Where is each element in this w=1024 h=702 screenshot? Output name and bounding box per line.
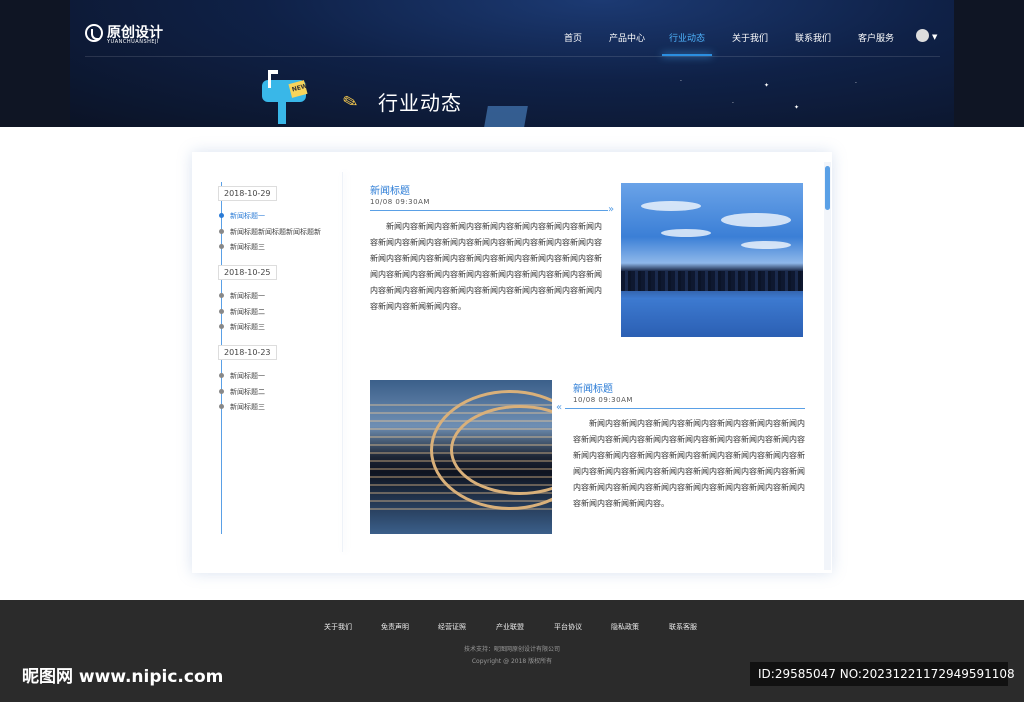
site-header: 原创设计 YUANCHUANSHEJI 首页 产品中心 行业动态 关于我们 联系… xyxy=(0,0,1024,127)
timeline-dot xyxy=(219,389,224,394)
chevron-down-icon[interactable]: ▼ xyxy=(932,33,937,41)
sidebar-news-item[interactable]: 新闻标题二 xyxy=(230,387,265,397)
news-card: 2018-10-29 新闻标题一 新闻标题新闻标题新闻标题新 新闻标题三 201… xyxy=(192,152,832,573)
timeline-sidebar: 2018-10-29 新闻标题一 新闻标题新闻标题新闻标题新 新闻标题三 201… xyxy=(192,152,342,573)
timeline-dot xyxy=(219,309,224,314)
site-logo[interactable]: 原创设计 YUANCHUANSHEJI xyxy=(85,24,163,45)
timeline-dot xyxy=(219,404,224,409)
site-footer: 关于我们 免责声明 经营证照 产业联盟 平台协议 隐私政策 联系客服 技术支持：… xyxy=(0,600,1024,702)
news-body: 新闻内容新闻内容新闻内容新闻内容新闻内容新闻内容新闻内容新闻内容新闻内容新闻内容… xyxy=(370,222,602,311)
double-chevron-right-icon: » xyxy=(608,204,615,215)
timeline-date: 2018-10-23 xyxy=(218,345,277,360)
timeline-dot xyxy=(219,373,224,378)
paper-decoration xyxy=(484,106,528,127)
timeline-dot xyxy=(219,244,224,249)
star-icon: ✦ xyxy=(764,82,770,89)
news-title[interactable]: 新闻标题 xyxy=(573,380,613,395)
city-skyline-photo[interactable] xyxy=(621,183,803,337)
watermark-right: ID:29585047 NO:20231221172949591108 xyxy=(750,662,1015,686)
scrollbar[interactable] xyxy=(824,162,831,570)
watermark-left: 昵图网 www.nipic.com xyxy=(22,667,224,687)
sidebar-news-item[interactable]: 新闻标题三 xyxy=(230,242,265,252)
mailbox-icon: NEW xyxy=(262,70,309,124)
nav-service[interactable]: 客户服务 xyxy=(858,31,894,44)
logo-mark-icon xyxy=(85,24,103,42)
sidebar-news-item[interactable]: 新闻标题一 xyxy=(230,211,265,221)
star-icon: ✦ xyxy=(794,104,800,111)
nav-active-indicator xyxy=(662,54,712,56)
timeline-dot xyxy=(219,229,224,234)
double-chevron-left-icon: « xyxy=(556,402,563,413)
page-title: 行业动态 xyxy=(378,91,462,115)
footer-tech-support: 技术支持：昵图网原创设计有限公司 xyxy=(463,646,560,653)
user-avatar-icon[interactable] xyxy=(916,29,929,42)
sidebar-news-item[interactable]: 新闻标题一 xyxy=(230,371,265,381)
timeline-dot xyxy=(219,213,224,218)
logo-subtext: YUANCHUANSHEJI xyxy=(107,39,159,45)
sidebar-news-item[interactable]: 新闻标题三 xyxy=(230,402,265,412)
sidebar-news-item[interactable]: 新闻标题三 xyxy=(230,322,265,332)
star-icon: · xyxy=(855,80,857,87)
footer-link[interactable]: 联系客服 xyxy=(669,622,697,632)
footer-link[interactable]: 免责声明 xyxy=(381,622,409,632)
sidebar-news-item[interactable]: 新闻标题新闻标题新闻标题新 xyxy=(230,227,321,237)
sidebar-news-item[interactable]: 新闻标题二 xyxy=(230,307,265,317)
architecture-photo[interactable] xyxy=(370,380,552,534)
news-title[interactable]: 新闻标题 xyxy=(370,182,410,197)
nav-products[interactable]: 产品中心 xyxy=(609,31,645,44)
nav-contact[interactable]: 联系我们 xyxy=(795,31,831,44)
timeline-date: 2018-10-25 xyxy=(218,265,277,280)
news-date: 10/08 09:30AM xyxy=(370,198,430,206)
timeline-dot xyxy=(219,324,224,329)
star-icon: · xyxy=(732,100,734,107)
news-rule xyxy=(370,210,608,211)
news-body: 新闻内容新闻内容新闻内容新闻内容新闻内容新闻内容新闻内容新闻内容新闻内容新闻内容… xyxy=(573,419,805,508)
news-date: 10/08 09:30AM xyxy=(573,396,633,404)
timeline-dot xyxy=(219,293,224,298)
logo-text: 原创设计 xyxy=(107,25,163,41)
footer-link[interactable]: 隐私政策 xyxy=(611,622,639,632)
sidebar-divider xyxy=(342,172,343,552)
nav-industry-news[interactable]: 行业动态 xyxy=(669,31,705,44)
header-divider xyxy=(85,56,940,57)
footer-link[interactable]: 产业联盟 xyxy=(496,622,524,632)
footer-link[interactable]: 经营证照 xyxy=(438,622,466,632)
scrollbar-thumb[interactable] xyxy=(825,166,830,210)
footer-link[interactable]: 平台协议 xyxy=(554,622,582,632)
footer-link[interactable]: 关于我们 xyxy=(324,622,352,632)
news-rule xyxy=(565,408,805,409)
star-icon: · xyxy=(680,78,682,85)
timeline-date: 2018-10-29 xyxy=(218,186,277,201)
nav-home[interactable]: 首页 xyxy=(564,31,582,44)
nav-about[interactable]: 关于我们 xyxy=(732,31,768,44)
sidebar-news-item[interactable]: 新闻标题一 xyxy=(230,291,265,301)
